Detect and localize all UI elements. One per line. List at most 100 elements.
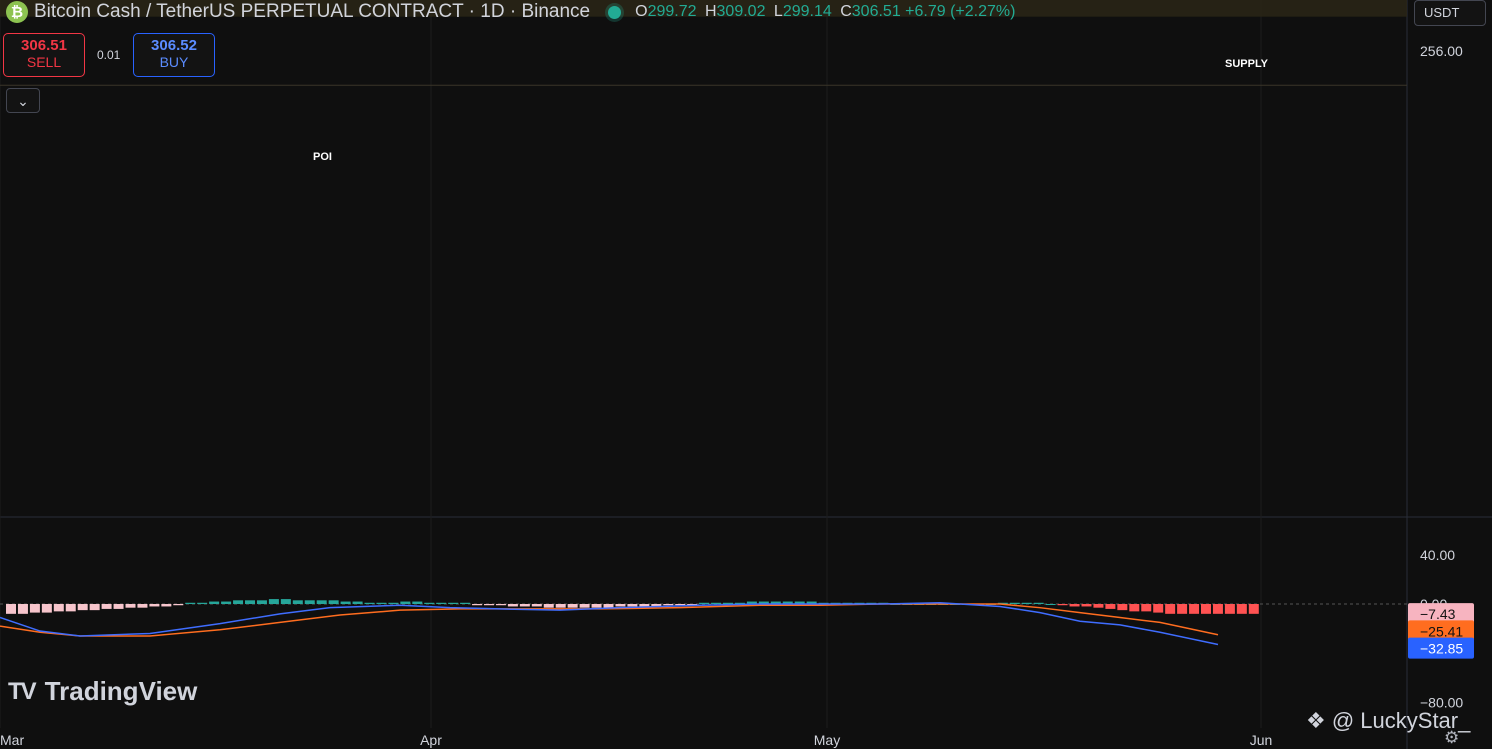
histogram-bar [1117, 604, 1128, 611]
histogram-bar [711, 602, 722, 604]
histogram-bar [245, 600, 255, 604]
histogram-bar [6, 604, 16, 614]
buy-label: BUY [159, 54, 189, 70]
histogram-bar [29, 604, 40, 613]
histogram-bar [41, 604, 52, 613]
histogram-bar [495, 604, 506, 606]
histogram-bar [388, 602, 399, 604]
histogram-bar [723, 602, 733, 604]
histogram-bar [507, 604, 518, 607]
open-value: 299.72 [647, 3, 697, 20]
histogram-bar [197, 602, 208, 604]
spread-value: 0.01 [97, 48, 121, 62]
gear-icon[interactable]: ⚙ [1444, 728, 1459, 748]
histogram-bar [1153, 604, 1164, 613]
histogram-bar [113, 604, 124, 609]
time-axis-tick: May [814, 732, 840, 748]
histogram-bar [1081, 604, 1092, 607]
histogram-bar [579, 604, 590, 608]
tradingview-logo[interactable]: TV TradingView [8, 676, 197, 707]
time-axis-tick: Mar [0, 732, 24, 748]
histogram-bar [424, 602, 435, 604]
histogram-bar [233, 600, 244, 604]
histogram-bar [328, 600, 339, 604]
histogram-bar [376, 602, 387, 604]
histogram-bar [137, 604, 148, 608]
histogram-bar [1033, 602, 1044, 604]
histogram-bar [1165, 604, 1176, 614]
histogram-bar [460, 602, 471, 604]
histogram-bar [1177, 604, 1188, 614]
histogram-bar [280, 599, 291, 604]
macd-axis-tick: 40.00 [1420, 547, 1455, 563]
histogram-bar [1201, 604, 1211, 614]
histogram-bar [591, 604, 602, 608]
chart-header: ₿ Bitcoin Cash / TetherUS PERPETUAL CONT… [0, 0, 1015, 24]
histogram-bar [53, 604, 64, 612]
histogram-bar [256, 600, 267, 604]
histogram-bar [1212, 604, 1223, 614]
sell-button[interactable]: 306.51 SELL [3, 33, 85, 77]
macd-label-text: −7.43 [1420, 606, 1456, 622]
histogram-bar [531, 604, 542, 607]
histogram-bar [149, 604, 160, 607]
histogram-bar [1236, 604, 1247, 614]
sell-label: SELL [26, 54, 62, 70]
histogram-bar [1141, 604, 1152, 612]
histogram-bar [1224, 604, 1235, 614]
market-status-icon [608, 5, 622, 19]
buy-price: 306.52 [151, 37, 197, 54]
sell-price: 306.51 [21, 37, 67, 54]
histogram-bar [352, 601, 363, 604]
histogram-bar [543, 604, 554, 608]
histogram-bar [615, 604, 626, 607]
zone-label: SUPPLY [1225, 58, 1269, 70]
high-value: 309.02 [716, 3, 766, 20]
ohlc-readout: O299.72 H309.02 L299.14 C306.51 +6.79 (+… [631, 3, 1015, 21]
macd-label-text: −25.41 [1420, 623, 1463, 639]
histogram-bar [221, 601, 232, 604]
low-value: 299.14 [782, 3, 832, 20]
change-value: +6.79 (+2.27%) [905, 3, 1016, 20]
currency-selector[interactable]: USDT [1414, 0, 1486, 26]
histogram-bar [125, 604, 136, 608]
macd-label-text: −32.85 [1420, 641, 1463, 657]
histogram-bar [17, 604, 28, 614]
histogram-bar [1248, 604, 1259, 614]
collapse-button[interactable]: ⌄ [6, 88, 40, 113]
histogram-bar [436, 602, 447, 604]
histogram-bar [1105, 604, 1116, 609]
tradingview-logo-text: TradingView [44, 676, 198, 706]
price-chart[interactable]: SUPPLYPOI560.00510.00460.00420.00340.002… [0, 0, 1492, 749]
histogram-bar [340, 601, 351, 604]
histogram-bar [519, 604, 530, 607]
histogram-bar [400, 601, 411, 604]
time-axis-tick: Jun [1250, 732, 1273, 748]
histogram-bar [1009, 602, 1020, 604]
tradingview-logo-mark: TV [8, 677, 37, 705]
histogram-bar [663, 604, 674, 606]
histogram-bar [292, 600, 303, 604]
bitcoin-cash-icon: ₿ [6, 1, 28, 23]
histogram-bar [555, 604, 566, 608]
histogram-bar [699, 602, 710, 604]
diamond-icon: ❖ [1306, 708, 1326, 733]
open-label: O [635, 3, 648, 20]
histogram-bar [65, 604, 76, 612]
histogram-bar [1189, 604, 1200, 614]
buy-button[interactable]: 306.52 BUY [133, 33, 215, 77]
histogram-bar [1045, 604, 1056, 605]
symbol-title[interactable]: Bitcoin Cash / TetherUS PERPETUAL CONTRA… [34, 1, 590, 23]
histogram-bar [472, 604, 483, 606]
histogram-bar [603, 604, 614, 608]
histogram-bar [185, 602, 196, 604]
low-label: L [773, 3, 783, 20]
histogram-bar [364, 602, 375, 604]
histogram-bar [304, 600, 315, 604]
histogram-bar [316, 600, 327, 604]
histogram-bar [1129, 604, 1140, 612]
histogram-bar [268, 599, 279, 604]
histogram-bar [627, 604, 638, 607]
histogram-bar [1021, 602, 1032, 604]
histogram-bar [412, 601, 423, 604]
